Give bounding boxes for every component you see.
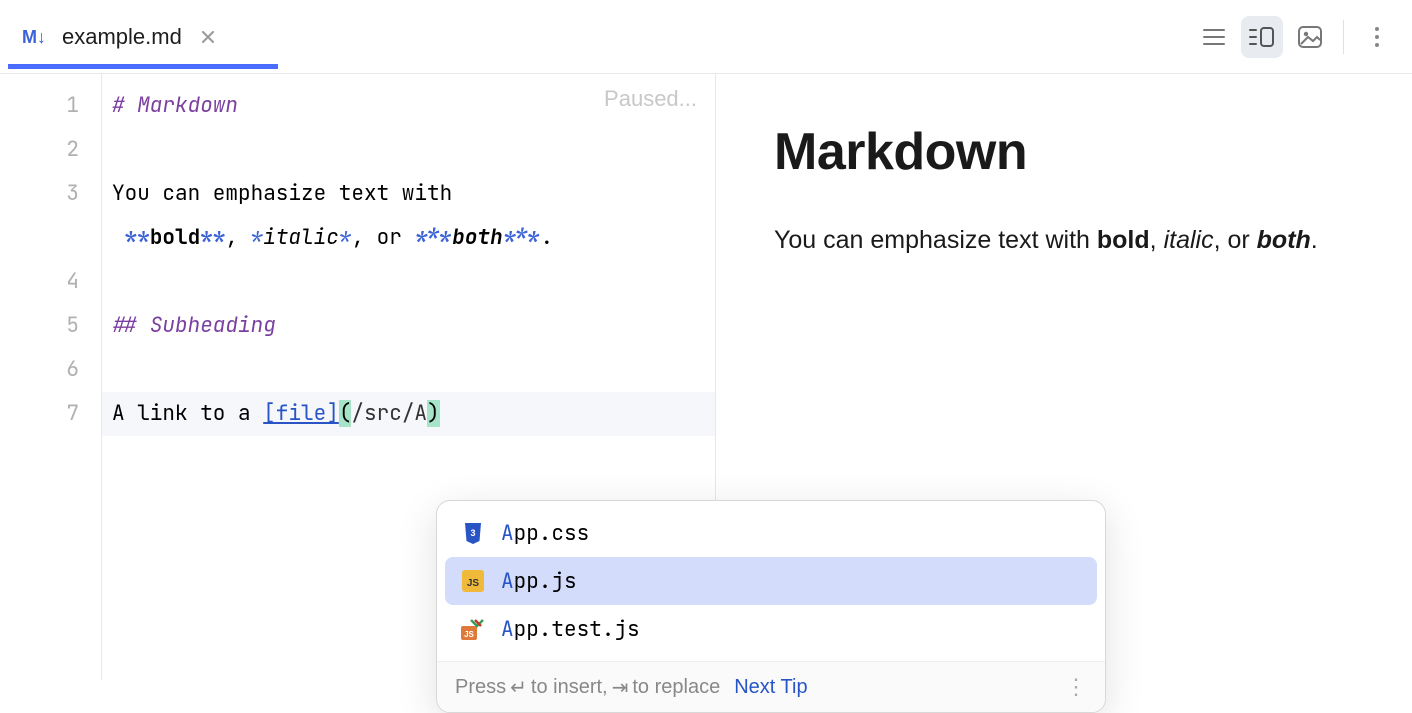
item-text: pp.js	[514, 568, 577, 595]
bold-italic-marker: ***	[503, 224, 541, 251]
footer-text: Press	[455, 676, 506, 699]
svg-text:M↓: M↓	[22, 27, 46, 47]
italic-marker: *	[339, 224, 352, 251]
bold-text: bold	[1097, 226, 1150, 254]
js-file-icon: JS	[459, 569, 487, 593]
preview-heading: Markdown	[774, 122, 1354, 182]
line-number: 7	[0, 392, 79, 436]
link-paren-close: )	[427, 400, 440, 427]
footer-text: to replace	[632, 676, 720, 699]
completion-item[interactable]: JS App.js	[445, 557, 1097, 605]
link-url: /src/A	[351, 400, 427, 427]
svg-text:JS: JS	[467, 578, 480, 589]
text: You can emphasize text with	[774, 226, 1097, 254]
italic-marker: *	[251, 224, 264, 251]
image-view-button[interactable]	[1289, 16, 1331, 58]
test-js-file-icon: JS	[459, 617, 487, 641]
active-tab-indicator	[8, 64, 278, 69]
italic-text: italic	[1164, 226, 1214, 254]
line-number: 6	[0, 348, 79, 392]
text: .	[1311, 226, 1318, 254]
item-text: pp.test.js	[514, 616, 640, 643]
line-number: 3	[0, 172, 79, 260]
tab-filename: example.md	[62, 24, 182, 50]
tab-bar: M↓ example.md	[0, 0, 1412, 74]
completion-more-button[interactable]: ⋮	[1065, 674, 1087, 700]
text: ,	[1150, 226, 1164, 254]
code-line-6[interactable]	[102, 348, 715, 392]
link-paren-open: (	[339, 400, 352, 427]
bold-italic-text: both	[1257, 226, 1311, 254]
code-line-3[interactable]: You can emphasize text with **bold**, *i…	[102, 172, 715, 260]
code-line-4[interactable]	[102, 260, 715, 304]
bold-italic-marker: ***	[414, 224, 452, 251]
heading-text: Subheading	[150, 312, 276, 339]
markdown-file-icon: M↓	[22, 26, 52, 48]
text: You can emphasize text with	[112, 180, 465, 207]
line-number-gutter: 1 2 3 4 5 6 7	[0, 74, 102, 680]
match-text: A	[501, 520, 514, 547]
text: , or	[351, 224, 414, 251]
heading-marker: ##	[112, 312, 150, 339]
css-file-icon: 3	[459, 521, 487, 545]
match-text: A	[501, 616, 514, 643]
list-view-button[interactable]	[1193, 16, 1235, 58]
code-line-2[interactable]	[102, 128, 715, 172]
next-tip-link[interactable]: Next Tip	[734, 676, 807, 699]
line-number: 2	[0, 128, 79, 172]
enter-key-icon: ↵	[510, 675, 527, 700]
footer-text: to insert,	[531, 676, 608, 699]
line-number: 4	[0, 260, 79, 304]
svg-text:3: 3	[470, 528, 475, 538]
bold-marker: **	[125, 224, 150, 251]
completion-item[interactable]: 3 App.css	[445, 509, 1097, 557]
file-tab[interactable]: M↓ example.md	[8, 6, 238, 68]
link-label: [file]	[263, 400, 339, 427]
svg-text:JS: JS	[464, 630, 474, 639]
bold-marker: **	[200, 224, 225, 251]
bold-italic-text: both	[452, 224, 502, 251]
more-options-button[interactable]	[1356, 16, 1398, 58]
match-text: A	[501, 568, 514, 595]
italic-text: italic	[263, 224, 339, 251]
tab-close-button[interactable]	[192, 21, 224, 53]
split-preview-button[interactable]	[1241, 16, 1283, 58]
text: ,	[225, 224, 250, 251]
line-number: 5	[0, 304, 79, 348]
text: A link to a	[112, 400, 263, 427]
preview-paragraph: You can emphasize text with bold, italic…	[774, 222, 1354, 258]
line-number: 1	[0, 84, 79, 128]
code-line-5[interactable]: ## Subheading	[102, 304, 715, 348]
text: , or	[1214, 226, 1257, 254]
text: .	[540, 224, 553, 251]
completion-list: 3 App.css JS App.js JS App.test.js	[437, 501, 1105, 661]
item-text: pp.css	[514, 520, 590, 547]
paused-label: Paused...	[604, 86, 697, 112]
bold-text: bold	[150, 224, 200, 251]
completion-footer: Press ↵ to insert, ⇥ to replace Next Tip…	[437, 661, 1105, 712]
heading-marker: #	[112, 92, 137, 119]
heading-text: Markdown	[137, 92, 238, 119]
completion-popup: 3 App.css JS App.js JS App.test.js Press…	[436, 500, 1106, 713]
completion-item[interactable]: JS App.test.js	[445, 605, 1097, 653]
toolbar-divider	[1343, 20, 1344, 54]
code-line-7[interactable]: A link to a [file](/src/A)	[102, 392, 715, 436]
tab-key-icon: ⇥	[612, 675, 629, 700]
toolbar-right	[1193, 0, 1398, 74]
